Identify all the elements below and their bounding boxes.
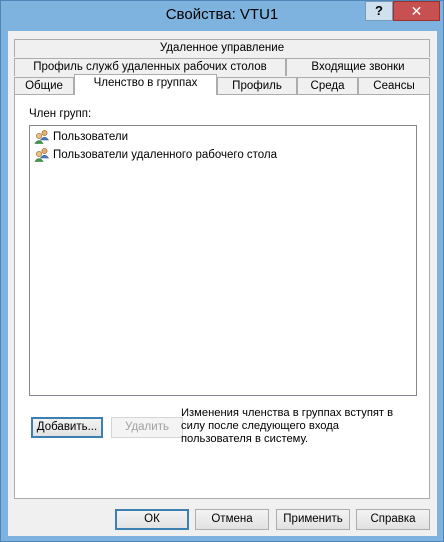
user-group-icon — [34, 148, 50, 162]
remove-button[interactable]: Удалить — [111, 417, 183, 438]
apply-button[interactable]: Применить — [276, 509, 350, 530]
properties-dialog: Свойства: VTU1 ? ✕ Удаленное управление … — [0, 0, 444, 542]
tab-profile[interactable]: Профиль — [217, 77, 297, 95]
group-name: Пользователи удаленного рабочего стола — [53, 149, 278, 161]
help-button[interactable]: Справка — [356, 509, 430, 530]
member-of-panel: Член групп: Пользователи Пользователи уд… — [14, 94, 430, 499]
help-title-button[interactable]: ? — [365, 1, 393, 21]
tab-remote-control[interactable]: Удаленное управление — [14, 39, 430, 57]
tab-sessions[interactable]: Сеансы — [358, 77, 430, 95]
membership-note: Изменения членства в группах вступят в с… — [181, 407, 394, 445]
cancel-button[interactable]: Отмена — [195, 509, 269, 530]
user-group-icon — [34, 130, 50, 144]
list-item[interactable]: Пользователи удаленного рабочего стола — [34, 147, 277, 163]
group-name: Пользователи — [53, 131, 129, 143]
add-button[interactable]: Добавить... — [31, 417, 103, 438]
close-button[interactable]: ✕ — [393, 1, 440, 21]
tab-dial-in[interactable]: Входящие звонки — [286, 58, 430, 76]
tab-environment[interactable]: Среда — [297, 77, 358, 95]
member-of-label: Член групп: — [29, 108, 92, 120]
tab-member-of[interactable]: Членство в группах — [74, 74, 217, 95]
groups-listbox[interactable]: Пользователи Пользователи удаленного раб… — [29, 125, 417, 396]
dialog-client-area: Удаленное управление Профиль служб удале… — [8, 31, 437, 536]
title-bar[interactable]: Свойства: VTU1 ? ✕ — [1, 1, 443, 31]
list-item[interactable]: Пользователи — [34, 129, 128, 145]
tab-general[interactable]: Общие — [14, 77, 74, 95]
ok-button[interactable]: ОК — [115, 509, 189, 530]
